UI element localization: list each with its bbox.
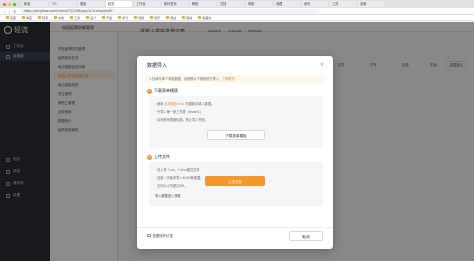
bookmark-label: 音乐: [154, 15, 161, 20]
bookmark-icon: [22, 16, 26, 19]
bookmark-item[interactable]: 其他: [182, 16, 192, 20]
bookmark-icon: [70, 16, 74, 19]
browser-tab[interactable]: 文档: [218, 1, 244, 7]
forward-icon[interactable]: ›: [9, 9, 11, 14]
browser-tab[interactable]: 收藏: [274, 1, 300, 7]
step-number: 2: [147, 154, 152, 160]
download-card: · 使用 标准模板.xlsx 在模版中填入数据。 · 只导入第一张工作表（she…: [149, 96, 323, 148]
bookmark-item[interactable]: 开发: [102, 16, 112, 20]
step-title: 上传文件: [154, 154, 170, 159]
import-notice: 1.仅填写单个字段数据，请按照以下规则进行导入，了解更多: [145, 75, 325, 83]
template-instruction: · 使用 标准模板.xlsx 在模版中填入数据。: [155, 102, 215, 106]
browser-tab[interactable]: 帮助: [246, 1, 272, 7]
browser-tab[interactable]: 新浪: [22, 1, 48, 7]
address-bar-row: ‹ › ↻ https://qingflow.com/index/f722298…: [0, 8, 474, 15]
url-input[interactable]: https://qingflow.com/index/f722298/app/2…: [19, 8, 320, 14]
browser-tab[interactable]: TG: [50, 1, 76, 7]
minimize-window-icon[interactable]: [8, 2, 11, 6]
bookmark-item[interactable]: 音乐: [150, 16, 160, 20]
dialog-title: 数据导入: [147, 63, 168, 69]
bookmark-label: 开发: [106, 15, 113, 20]
back-icon[interactable]: ‹: [4, 9, 6, 14]
bookmark-icon: [54, 16, 58, 19]
bookmark-label: 学习: [122, 15, 129, 20]
window-controls: [3, 2, 16, 6]
bookmark-icon: [6, 16, 9, 19]
bookmark-label: 文档: [58, 15, 65, 20]
bookmark-item[interactable]: 视频: [134, 16, 144, 20]
bookmark-label: 收藏夹: [202, 15, 212, 20]
bookmark-label: 工具: [74, 15, 81, 20]
bookmark-label: 轻流: [42, 15, 49, 20]
dialog-footer-divider: [137, 227, 333, 228]
import-to-flow-option[interactable]: 导入数据进入流程: [155, 193, 181, 198]
bookmark-icon: [134, 16, 138, 19]
close-icon[interactable]: ×: [320, 62, 324, 68]
bookmark-icon: [86, 16, 90, 19]
bookmark-item[interactable]: 淘宝: [22, 16, 32, 20]
step-download: 1 下载表单模版: [147, 88, 178, 94]
close-window-icon[interactable]: [3, 2, 6, 6]
learn-more-link[interactable]: 了解更多: [222, 77, 235, 81]
bookmark-item[interactable]: 文档: [54, 16, 64, 20]
browser-tab[interactable]: 教程: [190, 1, 216, 7]
browser-tab-strip: 新浪 TG 搜索 轻流 工作台 新标签页 教程 文档 帮助 收藏 资讯 工具 设…: [0, 0, 474, 8]
bookmark-item[interactable]: 工具: [70, 16, 80, 20]
bookmark-label: 淘宝: [26, 15, 33, 20]
bookmark-icon: [182, 16, 186, 19]
log-label: 查看操作记录: [152, 234, 173, 238]
step-upload: 2 上传文件: [147, 154, 170, 160]
instruction-line: · 请勿修改表格标题，防止导入失败。: [155, 118, 209, 122]
bookmark-icon: [118, 16, 122, 19]
browser-tab-active[interactable]: 轻流: [106, 1, 132, 7]
operation-log-option[interactable]: 查看操作记录: [147, 233, 173, 238]
bookmark-icon: [198, 16, 202, 19]
bookmark-label: 设计: [90, 15, 97, 20]
bookmark-label: 其他: [186, 15, 193, 20]
reload-icon[interactable]: ↻: [13, 9, 16, 14]
bookmarks-bar: 百度 淘宝 轻流 文档 工具 设计 开发 学习 视频 音乐 阅读 其他 收藏夹: [0, 15, 474, 21]
step-title: 下载表单模版: [154, 88, 178, 93]
browser-tab[interactable]: 资讯: [302, 1, 328, 7]
instruction-line: · 请上传 *.xls，*.xlsx格式文件: [155, 168, 200, 172]
bookmark-item[interactable]: 阅读: [166, 16, 176, 20]
cancel-button[interactable]: 取消: [289, 231, 323, 241]
browser-tab[interactable]: 新标签页: [162, 1, 188, 7]
maximize-window-icon[interactable]: [13, 2, 16, 6]
instruction-line: · 文件大小不超过5M。: [155, 184, 188, 188]
instruction-line: · 目前一次最多导入5000条数据。: [155, 176, 204, 180]
bookmark-item[interactable]: 轻流: [38, 16, 48, 20]
bookmark-item[interactable]: 百度: [6, 16, 16, 20]
notice-text: 1.仅填写单个字段数据，请按照以下规则进行导入，: [149, 77, 223, 81]
browser-tab[interactable]: 设置: [358, 1, 384, 7]
bookmark-icon: [150, 16, 154, 19]
bookmark-icon: [102, 16, 106, 19]
bookmark-icon: [38, 16, 42, 19]
browser-tab[interactable]: 工作台: [134, 1, 160, 7]
bookmark-label: 百度: [10, 15, 17, 20]
browser-tab[interactable]: 工具: [330, 1, 356, 7]
template-link[interactable]: 标准模板.xlsx: [164, 102, 184, 106]
instruction-line: · 只导入第一张工作表（sheet1）: [155, 110, 203, 114]
log-checkbox[interactable]: [147, 233, 151, 238]
bookmark-icon: [166, 16, 170, 19]
download-template-button[interactable]: 下载表单模板: [207, 130, 265, 140]
browser-tab[interactable]: 搜索: [78, 1, 104, 7]
bookmark-item[interactable]: 设计: [86, 16, 96, 20]
step-number: 1: [147, 88, 152, 94]
bookmark-label: 阅读: [170, 15, 177, 20]
bookmark-item[interactable]: 收藏夹: [198, 16, 211, 20]
upload-file-button[interactable]: 上传文件: [205, 176, 265, 186]
bookmark-item[interactable]: 学习: [118, 16, 128, 20]
bookmark-label: 视频: [138, 15, 145, 20]
import-dialog: 数据导入 × 1.仅填写单个字段数据，请按照以下规则进行导入，了解更多 1 下载…: [137, 56, 333, 249]
